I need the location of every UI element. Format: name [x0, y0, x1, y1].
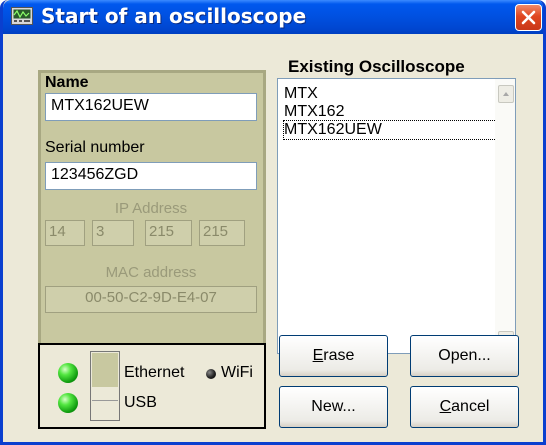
erase-mnemonic: E	[312, 347, 324, 364]
ip-octet-4: 215	[199, 220, 245, 246]
wifi-option[interactable]: WiFi	[221, 364, 253, 382]
close-icon	[521, 10, 536, 25]
list-item-selected[interactable]: MTX162UEW	[283, 120, 499, 140]
connection-panel: Ethernet USB WiFi	[38, 343, 266, 429]
name-field[interactable]: MTX162UEW	[45, 93, 257, 121]
connection-switch[interactable]	[90, 351, 120, 421]
dialog-window: Start of an oscilloscope Name MTX162UEW …	[0, 0, 546, 445]
erase-label: rase	[323, 347, 355, 364]
erase-button[interactable]: Erase	[279, 335, 388, 377]
ethernet-led-icon	[58, 363, 78, 383]
serial-number-field[interactable]: 123456ZGD	[45, 162, 257, 190]
existing-oscilloscope-title: Existing Oscilloscope	[288, 57, 465, 76]
ip-octet-3: 215	[145, 220, 192, 246]
identity-panel: Name MTX162UEW Serial number 123456ZGD I…	[38, 70, 266, 351]
oscilloscope-icon	[11, 7, 33, 25]
name-label: Name	[45, 74, 89, 91]
ethernet-option[interactable]: Ethernet	[124, 364, 184, 382]
ip-address-label: IP Address	[114, 200, 188, 217]
switch-thumb[interactable]	[92, 353, 118, 387]
oscilloscope-list[interactable]: MTX MTX162 MTX162UEW	[277, 78, 516, 354]
usb-option[interactable]: USB	[124, 394, 157, 412]
wifi-radio-icon[interactable]	[206, 369, 216, 379]
title-bar[interactable]: Start of an oscilloscope	[3, 0, 543, 34]
vertical-scrollbar[interactable]	[495, 79, 515, 353]
list-item[interactable]: MTX	[284, 85, 318, 103]
new-button[interactable]: New...	[279, 386, 388, 428]
serial-number-label: Serial number	[45, 139, 145, 156]
scroll-up-button[interactable]	[498, 85, 514, 103]
cancel-label: ancel	[451, 398, 490, 415]
open-button[interactable]: Open...	[410, 335, 519, 377]
switch-divider	[92, 400, 118, 401]
mac-address-label: MAC address	[105, 264, 197, 281]
window-title: Start of an oscilloscope	[41, 4, 307, 28]
dialog-body: Name MTX162UEW Serial number 123456ZGD I…	[3, 34, 543, 442]
mac-address-field: 00-50-C2-9D-E4-07	[45, 286, 257, 313]
arrow-up-icon	[503, 92, 509, 96]
close-button[interactable]	[515, 4, 542, 31]
list-item[interactable]: MTX162	[284, 103, 344, 121]
cancel-button[interactable]: Cancel	[410, 386, 519, 428]
ip-octet-1: 14	[45, 220, 85, 246]
usb-led-icon	[58, 393, 78, 413]
cancel-mnemonic: C	[439, 398, 452, 415]
ip-octet-2: 3	[92, 220, 134, 246]
